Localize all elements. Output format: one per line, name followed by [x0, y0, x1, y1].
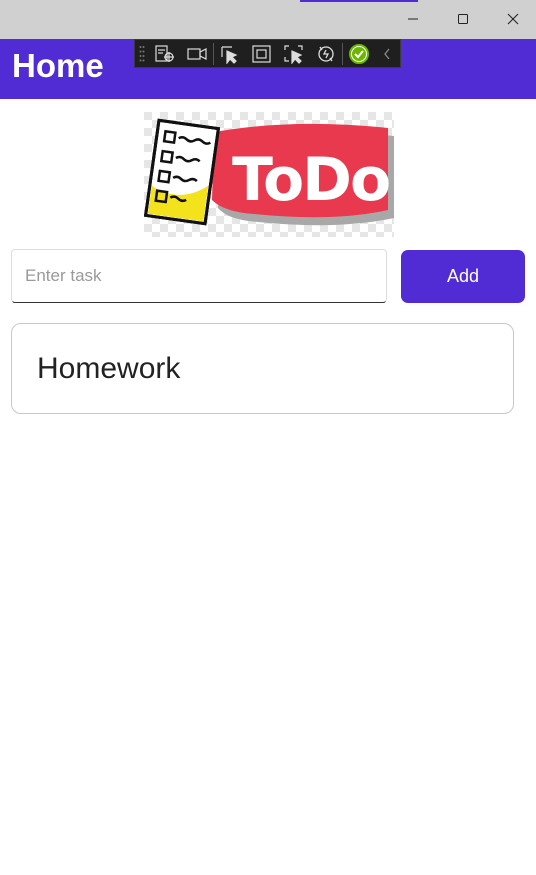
maximize-icon: [458, 14, 468, 24]
minimize-button[interactable]: [390, 4, 436, 34]
logo-wordmark: ToDo: [232, 145, 389, 215]
toolbar-grip-icon[interactable]: [135, 40, 149, 67]
status-ok-icon[interactable]: [343, 40, 375, 67]
xaml-debug-toolbar: [134, 39, 401, 68]
close-icon: [507, 13, 519, 25]
task-label: Homework: [37, 352, 181, 385]
live-visual-tree-icon[interactable]: [149, 40, 181, 67]
task-input[interactable]: [11, 249, 387, 303]
minimize-icon: [408, 18, 418, 20]
titlebar-accent: [300, 0, 418, 2]
collapse-chevron-icon[interactable]: [375, 40, 399, 67]
todo-logo: ToDo: [144, 112, 394, 237]
track-focused-element-icon[interactable]: [278, 40, 310, 67]
task-item[interactable]: Homework: [11, 323, 514, 414]
window-titlebar: [0, 0, 536, 39]
maximize-button[interactable]: [440, 4, 486, 34]
record-icon[interactable]: [181, 40, 213, 67]
display-layout-adorners-icon[interactable]: [246, 40, 278, 67]
hot-reload-icon[interactable]: [310, 40, 342, 67]
close-button[interactable]: [490, 4, 536, 34]
add-button[interactable]: Add: [401, 250, 525, 303]
page-title: Home: [12, 47, 104, 84]
select-element-icon[interactable]: [214, 40, 246, 67]
